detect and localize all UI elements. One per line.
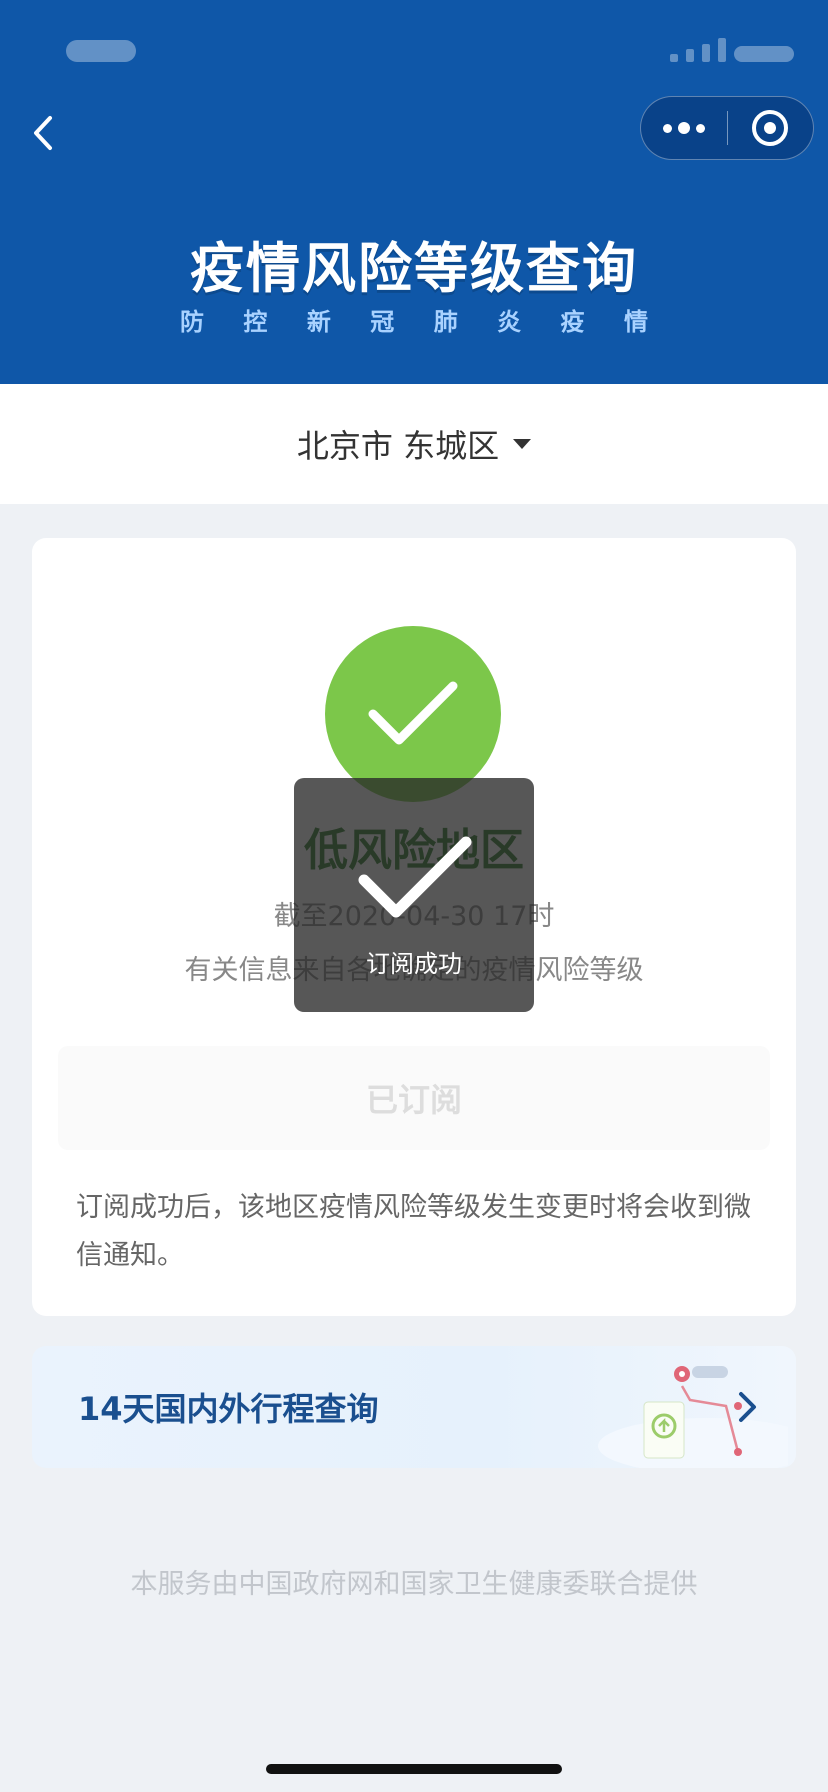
checkmark-icon: [368, 681, 458, 745]
subtitle-char: 疫: [560, 308, 585, 336]
location-selector[interactable]: 北京市 东城区: [0, 384, 828, 504]
subtitle-char: 控: [243, 308, 268, 336]
location-text: 北京市 东城区: [296, 427, 500, 465]
caret-down-icon: [513, 439, 532, 449]
page-title: 疫情风险等级查询: [190, 237, 638, 300]
close-button[interactable]: [728, 97, 814, 159]
subtitle-char: 防: [180, 308, 204, 336]
status-bar-left: [66, 40, 136, 62]
page: 疫情风险等级查询 防 控 新 冠 肺 炎 疫 情 北京市 东城区 低风险地区 截…: [0, 0, 828, 1792]
footer-text: 本服务由中国政府网和国家卫生健康委联合提供: [130, 1569, 698, 1600]
home-indicator: [266, 1764, 562, 1774]
travel-query-card[interactable]: 14天国内外行程查询: [32, 1346, 796, 1468]
mini-program-capsule: [640, 96, 814, 160]
chevron-right-icon: [739, 1392, 756, 1422]
subscribe-button[interactable]: 已订阅: [58, 1046, 770, 1150]
more-button[interactable]: [641, 97, 727, 159]
chevron-left-icon: [34, 116, 52, 150]
status-bar-right: [644, 38, 794, 62]
subtitle-char: 情: [623, 308, 648, 336]
target-circle-icon: [752, 110, 789, 146]
subtitle-char: 冠: [370, 308, 395, 336]
risk-status-circle: [325, 626, 501, 802]
success-toast: 订阅成功: [294, 778, 534, 1012]
page-subtitle: 防 控 新 冠 肺 炎 疫 情: [180, 302, 648, 337]
more-dots-icon: [662, 122, 705, 134]
subscribe-note: 订阅成功后，该地区疫情风险等级发生变更时将会收到微信通知。: [76, 1192, 751, 1271]
header: 疫情风险等级查询 防 控 新 冠 肺 炎 疫 情: [0, 0, 828, 384]
travel-query-label: 14天国内外行程查询: [78, 1390, 379, 1428]
checkmark-icon: [358, 836, 472, 918]
subtitle-char: 新: [306, 308, 331, 336]
back-button[interactable]: [26, 108, 66, 158]
subtitle-char: 炎: [497, 308, 522, 336]
toast-message: 订阅成功: [366, 950, 462, 978]
subtitle-char: 肺: [433, 308, 458, 336]
